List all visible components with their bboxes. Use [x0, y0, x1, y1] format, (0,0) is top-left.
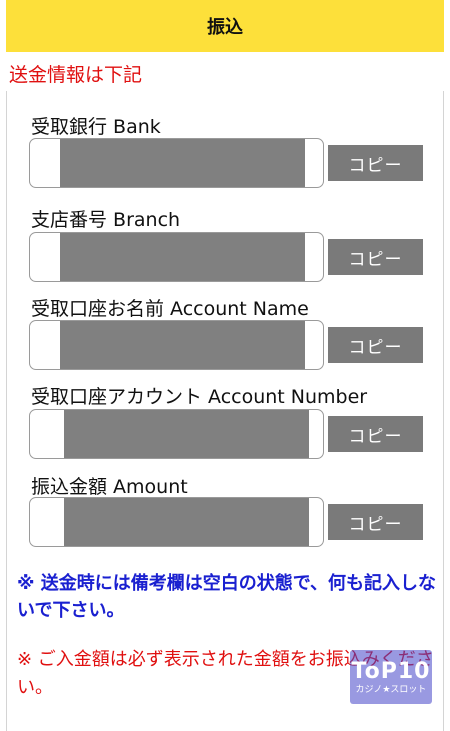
- transfer-info-notice: 送金情報は下記: [9, 64, 143, 86]
- bank-label: 受取銀行 Bank: [31, 116, 161, 138]
- account-name-field[interactable]: [29, 320, 324, 370]
- header-bar: 振込: [6, 0, 444, 52]
- amount-field[interactable]: [29, 497, 324, 547]
- top10-casino-logo: ToP10 カジノ★スロット: [350, 650, 432, 704]
- bank-field[interactable]: [29, 138, 324, 188]
- branch-field[interactable]: [29, 232, 324, 282]
- copy-bank-button[interactable]: コピー: [328, 145, 423, 181]
- redacted-value: [64, 498, 309, 546]
- account-number-field[interactable]: [29, 409, 324, 459]
- logo-main-text: ToP10: [351, 659, 431, 684]
- account-number-label: 受取口座アカウント Account Number: [31, 386, 368, 408]
- account-name-label: 受取口座お名前 Account Name: [31, 298, 309, 320]
- branch-label: 支店番号 Branch: [31, 209, 181, 231]
- copy-branch-button[interactable]: コピー: [328, 239, 423, 275]
- redacted-value: [64, 410, 309, 458]
- copy-amount-button[interactable]: コピー: [328, 504, 423, 540]
- logo-sub-text: カジノ★スロット: [355, 685, 427, 695]
- copy-account-name-button[interactable]: コピー: [328, 327, 423, 363]
- amount-label: 振込金額 Amount: [31, 476, 188, 498]
- remarks-notice: ※ 送金時には備考欄は空白の状態で、何も記入しないで下さい。: [17, 573, 437, 621]
- page-title: 振込: [207, 17, 243, 38]
- copy-account-number-button[interactable]: コピー: [328, 416, 423, 452]
- redacted-value: [60, 233, 305, 281]
- redacted-value: [60, 321, 305, 369]
- redacted-value: [60, 139, 305, 187]
